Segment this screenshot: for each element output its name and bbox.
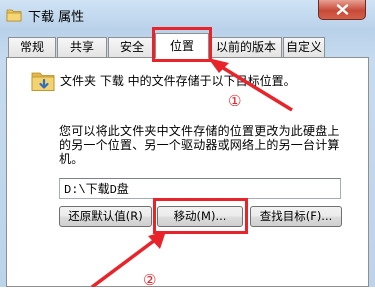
window-title: 下载 属性 <box>28 10 85 25</box>
tab-location[interactable]: 位置 <box>155 33 209 58</box>
title-bar[interactable]: 下载 属性 <box>0 0 375 30</box>
restore-default-button[interactable]: 还原默认值(R) <box>59 206 152 227</box>
annotation-marker-2: ② <box>143 271 157 289</box>
annotation-marker-1: ① <box>228 92 242 110</box>
close-icon <box>336 4 349 15</box>
move-button[interactable]: 移动(M)... <box>157 206 243 227</box>
download-folder-icon <box>30 68 56 98</box>
location-description: 文件夹 下载 中的文件存储于以下目标位置。 <box>60 74 296 88</box>
tab-security[interactable]: 安全 <box>108 37 156 57</box>
location-panel <box>6 57 369 287</box>
tab-previous-versions[interactable]: 以前的版本 <box>210 37 282 57</box>
close-button[interactable] <box>318 0 366 20</box>
tab-customize[interactable]: 自定义 <box>283 37 325 57</box>
find-target-button[interactable]: 查找目标(F)... <box>250 206 342 227</box>
location-path-input[interactable] <box>59 178 341 199</box>
folder-icon <box>6 7 22 26</box>
tab-sharing[interactable]: 共享 <box>57 37 107 57</box>
location-info-text: 您可以将此文件夹中文件存储的位置更改为此硬盘上的另一个位置、另一个驱动器或网络上… <box>59 124 340 166</box>
tab-general[interactable]: 常规 <box>8 37 56 57</box>
